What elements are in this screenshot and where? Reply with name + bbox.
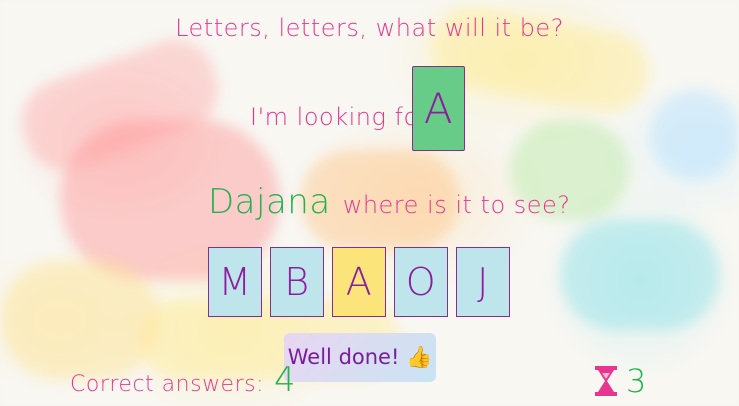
feedback-text: Well done! 👍 [287,345,433,369]
hourglass-icon [595,366,617,396]
letter-choices: M B A O J [208,247,518,317]
score-label: Correct answers: [70,372,265,397]
choice-letter: J [477,260,489,304]
target-letter: A [423,84,454,133]
feedback-message: Well done! 👍 [284,333,436,382]
choice-letter: O [405,260,437,304]
choice-card-4[interactable]: O [394,247,448,317]
score-value: 4 [274,360,297,400]
question-text: where is it to see? [342,191,571,219]
choice-card-5[interactable]: J [456,247,510,317]
choice-letter: A [345,260,373,304]
choice-card-2[interactable]: B [270,247,324,317]
choice-letter: M [218,260,252,304]
player-question-line: Dajana where is it to see? [208,182,571,222]
player-name: Dajana [208,182,331,222]
target-letter-card: A [412,66,465,151]
looking-for-label: I'm looking for [250,103,430,131]
timer-value: 3 [626,362,647,400]
choice-card-1[interactable]: M [208,247,262,317]
timer-display: 3 [594,362,647,400]
page-title: Letters, letters, what will it be? [175,14,564,42]
choice-card-3[interactable]: A [332,247,386,317]
score-display: Correct answers: 4 [70,360,296,400]
choice-letter: B [284,260,310,304]
